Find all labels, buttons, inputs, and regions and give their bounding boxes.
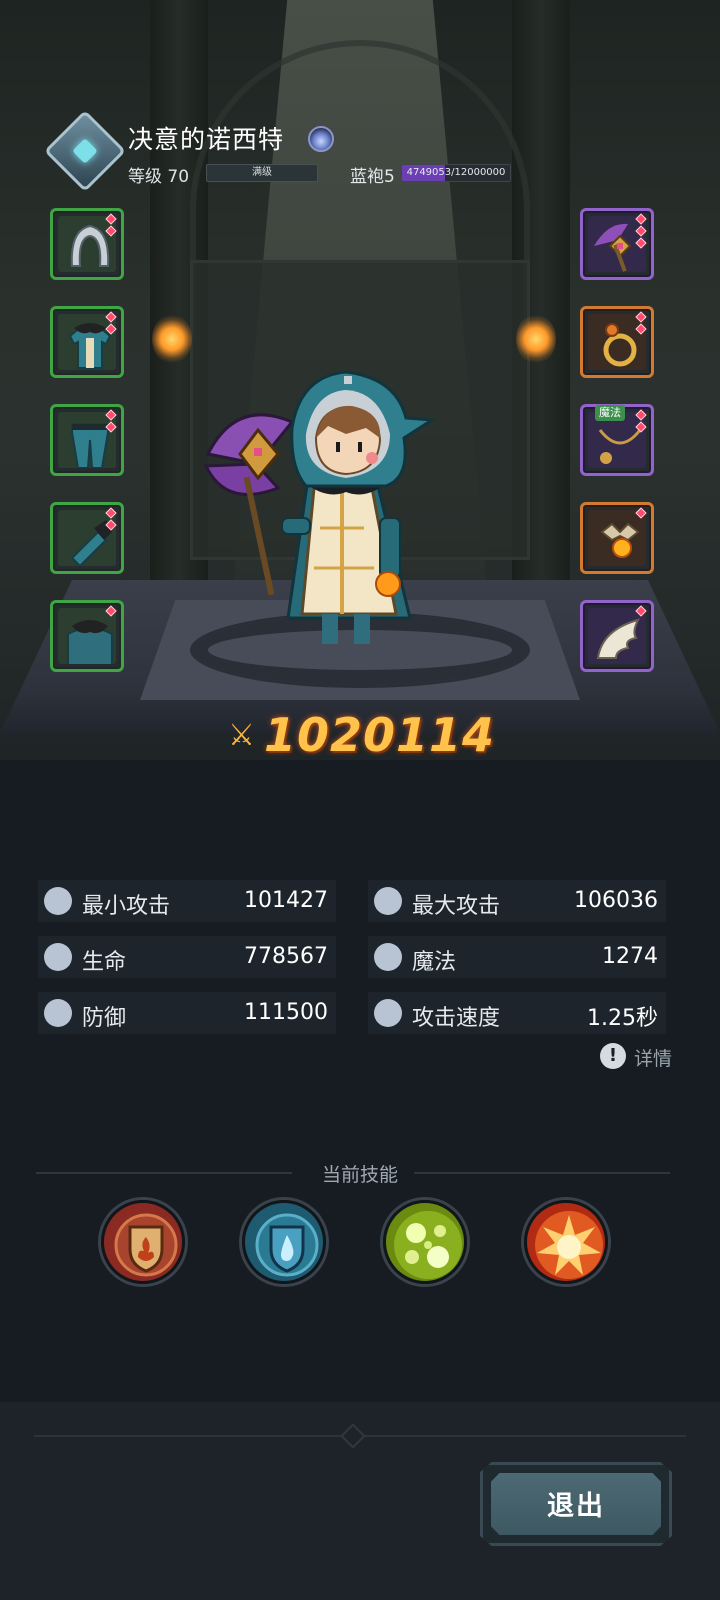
torch-left-icon bbox=[152, 314, 192, 364]
speed-icon bbox=[374, 999, 402, 1027]
pants-icon bbox=[71, 423, 109, 468]
equip-slot-necklace[interactable]: 魔法 bbox=[580, 404, 654, 476]
exit-button[interactable]: 退出 bbox=[480, 1462, 672, 1546]
title-badge-icon[interactable] bbox=[308, 126, 334, 152]
stat-value: 1274 bbox=[602, 944, 658, 969]
skill-flame-shield[interactable] bbox=[101, 1200, 185, 1284]
stat-label: 防御 bbox=[82, 1006, 127, 1031]
stat-attack-speed: 攻击速度 1.25秒 bbox=[368, 992, 666, 1034]
exit-label: 退出 bbox=[547, 1491, 605, 1522]
stat-value: 778567 bbox=[244, 944, 328, 969]
equip-slot-gloves[interactable] bbox=[50, 502, 124, 574]
stat-label: 生命 bbox=[82, 950, 127, 975]
sword-icon bbox=[374, 887, 402, 915]
heart-icon bbox=[44, 943, 72, 971]
poison-bubbles-icon bbox=[386, 1203, 464, 1281]
equip-slot-armor[interactable] bbox=[50, 306, 124, 378]
stat-label: 最大攻击 bbox=[412, 894, 501, 919]
exclamation-icon: ! bbox=[600, 1043, 626, 1069]
cloak-icon bbox=[67, 620, 113, 664]
torch-right-icon bbox=[516, 314, 556, 364]
equip-slot-amulet[interactable] bbox=[580, 502, 654, 574]
skill-water-shield[interactable] bbox=[242, 1200, 326, 1284]
character-header: 决意的诺西特 等级 70 满级 蓝袍5 4749053/12000000 bbox=[43, 109, 522, 193]
flame-shield-icon bbox=[104, 1203, 182, 1281]
skill-poison-bubbles[interactable] bbox=[383, 1200, 467, 1284]
magic-swirl-icon bbox=[374, 943, 402, 971]
details-label: 详情 bbox=[634, 1048, 673, 1070]
hood-icon bbox=[70, 224, 110, 267]
equip-slot-wing-charm[interactable] bbox=[580, 600, 654, 672]
amulet-icon bbox=[600, 522, 640, 558]
exp-progress-text: 4749053/12000000 bbox=[406, 167, 506, 178]
stat-mp: 魔法 1274 bbox=[368, 936, 666, 978]
equip-slot-cloak[interactable] bbox=[50, 600, 124, 672]
combat-power: ⚔ 1020114 bbox=[228, 708, 494, 764]
power-sword-icon: ⚔ bbox=[228, 718, 255, 753]
necklace-magic-tag: 魔法 bbox=[595, 405, 625, 421]
stat-hp: 生命 778567 bbox=[38, 936, 336, 978]
equip-slot-staff[interactable] bbox=[580, 208, 654, 280]
sword-icon bbox=[44, 887, 72, 915]
robe-rank-label: 蓝袍5 bbox=[350, 167, 395, 187]
stat-label: 最小攻击 bbox=[82, 894, 171, 919]
explosion-icon bbox=[527, 1203, 605, 1281]
character-name: 决意的诺西特 bbox=[128, 125, 285, 154]
stat-value: 1.25秒 bbox=[587, 1006, 658, 1031]
ring-icon bbox=[603, 323, 637, 367]
level-label: 等级 70 bbox=[128, 167, 190, 187]
equip-slot-ring[interactable] bbox=[580, 306, 654, 378]
stat-value: 111500 bbox=[244, 1000, 328, 1025]
stat-label: 魔法 bbox=[412, 950, 457, 975]
equip-slot-pants[interactable] bbox=[50, 404, 124, 476]
skill-explosion[interactable] bbox=[524, 1200, 608, 1284]
stat-defense: 防御 111500 bbox=[38, 992, 336, 1034]
wing-icon bbox=[596, 618, 640, 659]
exp-progress-bar: 4749053/12000000 bbox=[401, 164, 511, 182]
skills-title: 当前技能 bbox=[321, 1164, 398, 1186]
armor-icon bbox=[68, 323, 112, 369]
class-emblem-icon[interactable] bbox=[43, 109, 127, 193]
stat-value: 106036 bbox=[574, 888, 658, 913]
level-bar-label: 满级 bbox=[252, 167, 272, 178]
shield-icon bbox=[44, 999, 72, 1027]
combat-power-value: 1020114 bbox=[264, 708, 496, 762]
stat-min-attack: 最小攻击 101427 bbox=[38, 880, 336, 922]
gloves-icon bbox=[70, 520, 112, 566]
stat-value: 101427 bbox=[244, 888, 328, 913]
equip-slot-hood[interactable] bbox=[50, 208, 124, 280]
water-shield-icon bbox=[245, 1203, 323, 1281]
stat-max-attack: 最大攻击 106036 bbox=[368, 880, 666, 922]
hero-character bbox=[203, 370, 437, 644]
level-bar: 满级 bbox=[206, 164, 318, 182]
stat-label: 攻击速度 bbox=[412, 1006, 501, 1031]
